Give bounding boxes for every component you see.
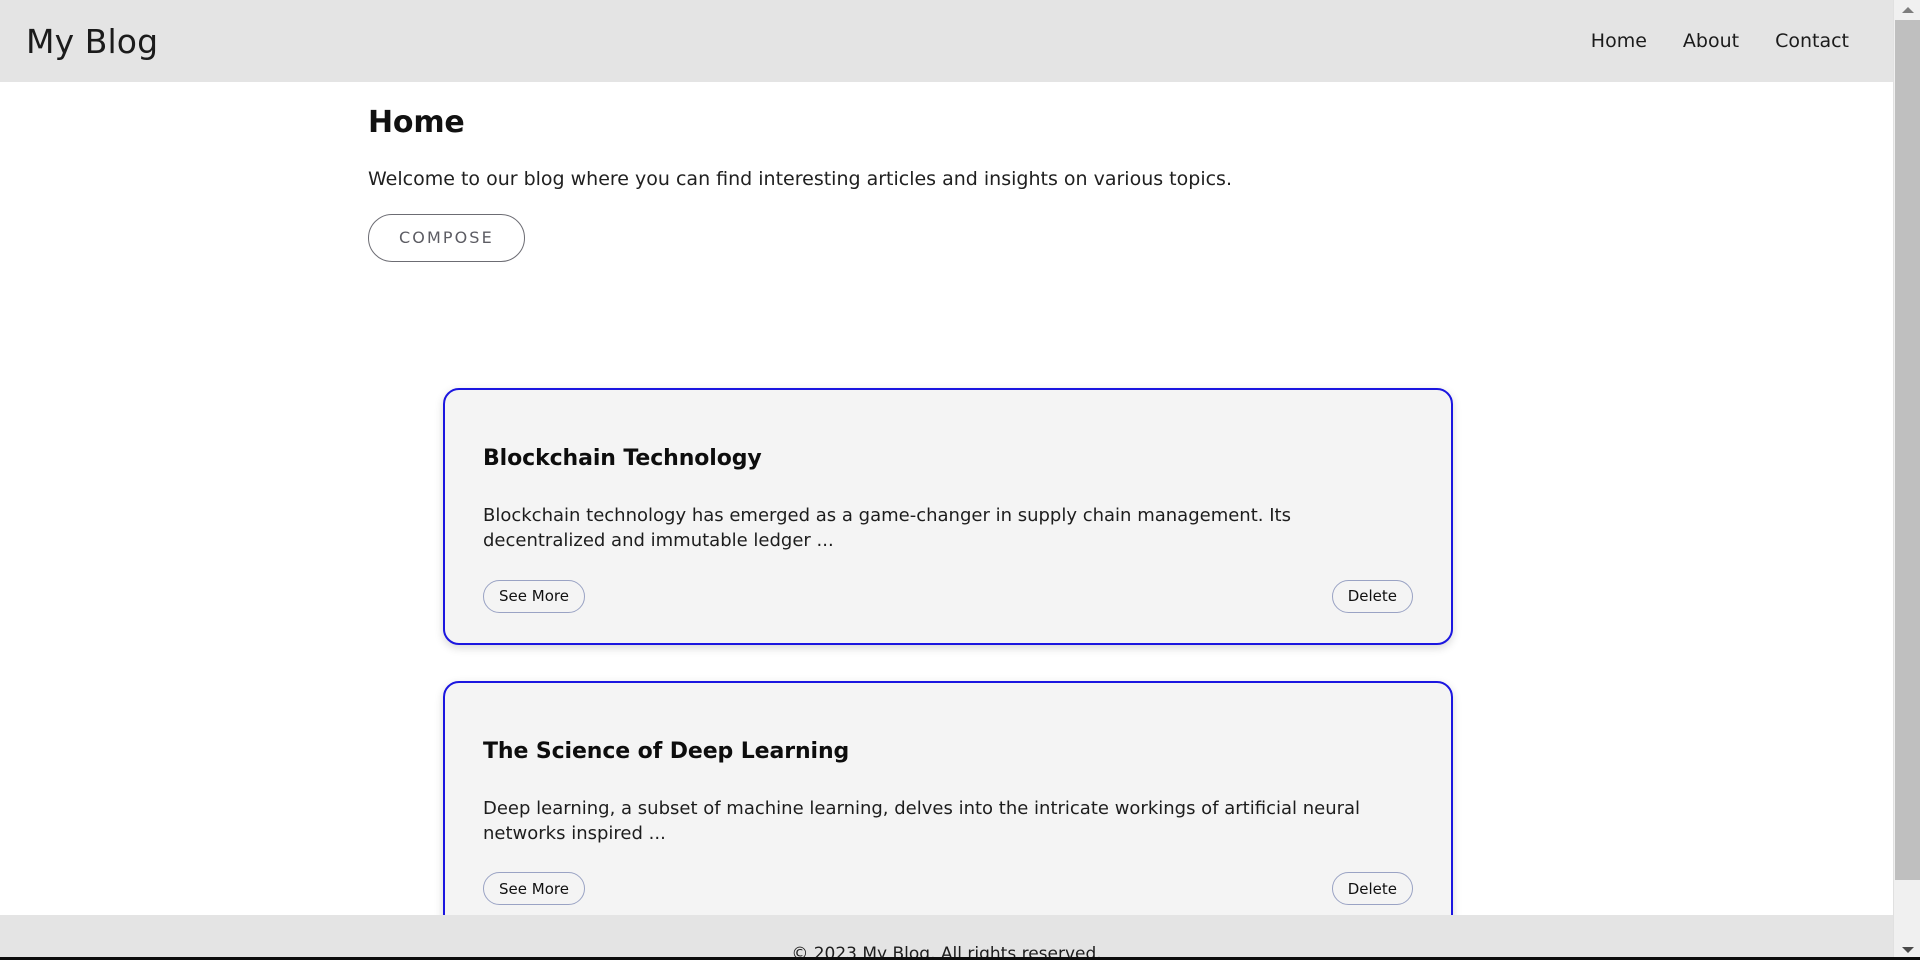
site-brand[interactable]: My Blog: [26, 25, 158, 58]
post-actions: See More Delete: [483, 579, 1413, 613]
main-content: Home Welcome to our blog where you can f…: [0, 82, 1893, 960]
page-title: Home: [368, 105, 465, 140]
delete-button[interactable]: Delete: [1331, 579, 1413, 613]
scroll-up-arrow-icon[interactable]: [1894, 0, 1920, 20]
triangle-up-icon: [1901, 7, 1914, 13]
post-card: The Science of Deep Learning Deep learni…: [443, 680, 1453, 938]
delete-button[interactable]: Delete: [1331, 872, 1413, 906]
see-more-button[interactable]: See More: [483, 579, 585, 613]
nav-link-contact[interactable]: Contact: [1775, 31, 1849, 51]
site-footer: © 2023 My Blog. All rights reserved.: [0, 915, 1893, 960]
see-more-button[interactable]: See More: [483, 872, 585, 906]
intro-text: Welcome to our blog where you can find i…: [368, 168, 1232, 190]
site-header: My Blog Home About Contact: [0, 0, 1893, 82]
triangle-down-icon: [1901, 947, 1914, 953]
scrollbar-thumb[interactable]: [1895, 20, 1920, 880]
nav-link-about[interactable]: About: [1683, 31, 1739, 51]
post-card: Blockchain Technology Blockchain technol…: [443, 388, 1453, 645]
post-title: Blockchain Technology: [483, 446, 762, 471]
compose-button[interactable]: COMPOSE: [368, 213, 525, 262]
intro-section: Home Welcome to our blog where you can f…: [368, 106, 1468, 262]
page-root: My Blog Home About Contact Home Welcome …: [0, 0, 1893, 960]
nav-link-home[interactable]: Home: [1591, 31, 1647, 51]
post-actions: See More Delete: [483, 872, 1413, 906]
post-list: Blockchain Technology Blockchain technol…: [443, 388, 1453, 960]
post-excerpt: Blockchain technology has emerged as a g…: [483, 505, 1291, 552]
vertical-scrollbar[interactable]: [1893, 0, 1920, 960]
post-excerpt: Deep learning, a subset of machine learn…: [483, 797, 1361, 845]
post-title: The Science of Deep Learning: [483, 738, 850, 764]
main-navigation: Home About Contact: [1591, 31, 1865, 51]
